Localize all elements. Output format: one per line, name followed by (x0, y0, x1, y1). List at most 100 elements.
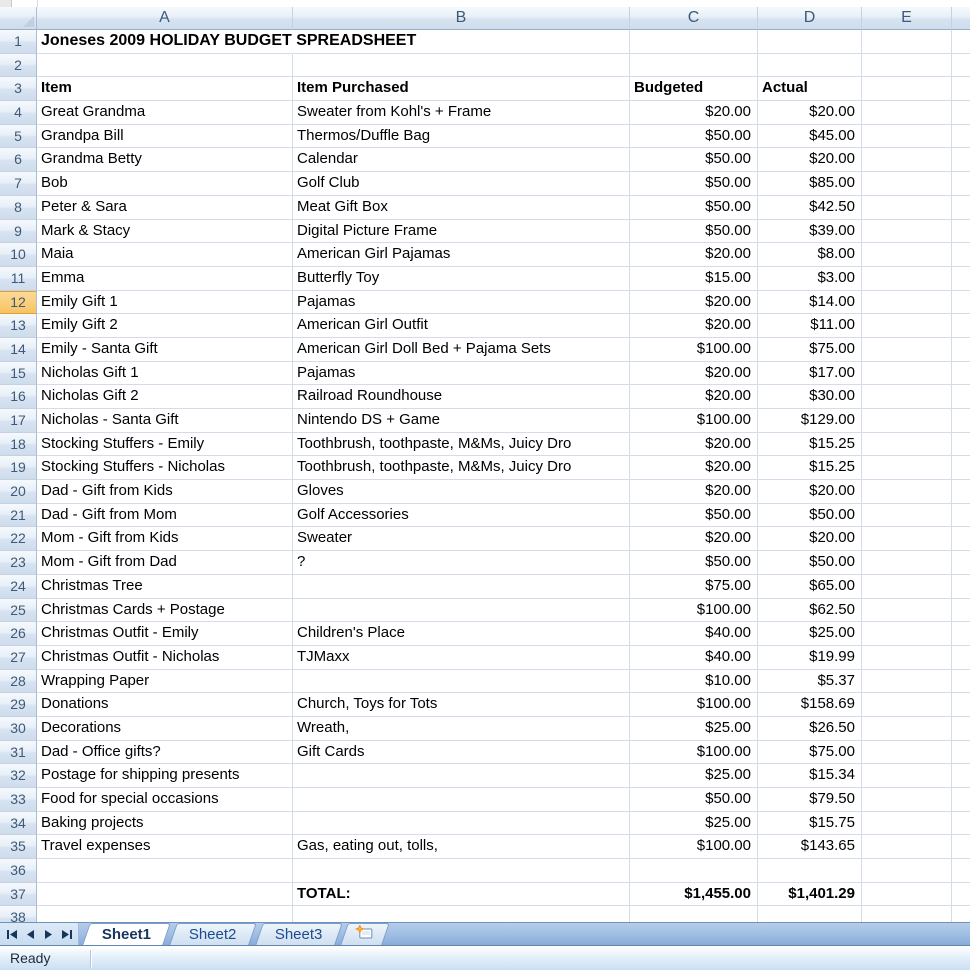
insert-worksheet-tab[interactable] (341, 923, 391, 945)
cell-A34[interactable]: Baking projects (37, 812, 293, 836)
cell-B26[interactable]: Children's Place (293, 622, 630, 646)
row-header-34[interactable]: 34 (0, 812, 37, 836)
cell-A25[interactable]: Christmas Cards + Postage (37, 599, 293, 623)
row-header-8[interactable]: 8 (0, 196, 37, 220)
cell-C33[interactable]: $50.00 (630, 788, 758, 812)
cell-D32[interactable]: $15.34 (758, 764, 862, 788)
cell-C9[interactable]: $50.00 (630, 220, 758, 244)
cell-C36[interactable] (630, 859, 758, 883)
row-header-18[interactable]: 18 (0, 433, 37, 457)
cell-D29[interactable]: $158.69 (758, 693, 862, 717)
cell-B34[interactable] (293, 812, 630, 836)
cell-E3[interactable] (862, 77, 952, 101)
cell-D27[interactable]: $19.99 (758, 646, 862, 670)
cell-C32[interactable]: $25.00 (630, 764, 758, 788)
cell-C13[interactable]: $20.00 (630, 314, 758, 338)
cell-A21[interactable]: Dad - Gift from Mom (37, 504, 293, 528)
cell-D11[interactable]: $3.00 (758, 267, 862, 291)
cell-A36[interactable] (37, 859, 293, 883)
cell-A24[interactable]: Christmas Tree (37, 575, 293, 599)
cell-D20[interactable]: $20.00 (758, 480, 862, 504)
cell-C31[interactable]: $100.00 (630, 741, 758, 765)
row-header-36[interactable]: 36 (0, 859, 37, 883)
cell-C30[interactable]: $25.00 (630, 717, 758, 741)
cell-D28[interactable]: $5.37 (758, 670, 862, 694)
cell-D14[interactable]: $75.00 (758, 338, 862, 362)
cell-E12[interactable] (862, 291, 952, 315)
cell-A5[interactable]: Grandpa Bill (37, 125, 293, 149)
cell-B12[interactable]: Pajamas (293, 291, 630, 315)
row-header-2[interactable]: 2 (0, 54, 37, 78)
cell-D33[interactable]: $79.50 (758, 788, 862, 812)
cell-C6[interactable]: $50.00 (630, 148, 758, 172)
cell-E15[interactable] (862, 362, 952, 386)
row-header-11[interactable]: 11 (0, 267, 37, 291)
cell-C11[interactable]: $15.00 (630, 267, 758, 291)
cell-B17[interactable]: Nintendo DS + Game (293, 409, 630, 433)
column-header-E[interactable]: E (862, 7, 952, 30)
sheet-tab-sheet1[interactable]: Sheet1 (82, 923, 171, 945)
cell-D9[interactable]: $39.00 (758, 220, 862, 244)
cell-E2[interactable] (862, 54, 952, 78)
cell-B13[interactable]: American Girl Outfit (293, 314, 630, 338)
cell-B23[interactable]: ? (293, 551, 630, 575)
cell-A23[interactable]: Mom - Gift from Dad (37, 551, 293, 575)
cell-C23[interactable]: $50.00 (630, 551, 758, 575)
cell-D18[interactable]: $15.25 (758, 433, 862, 457)
cell-A27[interactable]: Christmas Outfit - Nicholas (37, 646, 293, 670)
row-header-3[interactable]: 3 (0, 77, 37, 101)
row-header-32[interactable]: 32 (0, 764, 37, 788)
cell-B31[interactable]: Gift Cards (293, 741, 630, 765)
cell-B22[interactable]: Sweater (293, 527, 630, 551)
cell-E33[interactable] (862, 788, 952, 812)
cell-A8[interactable]: Peter & Sara (37, 196, 293, 220)
cell-A26[interactable]: Christmas Outfit - Emily (37, 622, 293, 646)
cell-A1[interactable]: Joneses 2009 HOLIDAY BUDGET SPREADSHEET (37, 30, 293, 54)
cell-A30[interactable]: Decorations (37, 717, 293, 741)
column-header-B[interactable]: B (293, 7, 630, 30)
row-header-22[interactable]: 22 (0, 527, 37, 551)
cell-D23[interactable]: $50.00 (758, 551, 862, 575)
row-header-24[interactable]: 24 (0, 575, 37, 599)
cell-B24[interactable] (293, 575, 630, 599)
row-header-25[interactable]: 25 (0, 599, 37, 623)
cell-B38[interactable] (293, 906, 630, 922)
cell-C2[interactable] (630, 54, 758, 78)
cell-D26[interactable]: $25.00 (758, 622, 862, 646)
cell-D36[interactable] (758, 859, 862, 883)
cell-E22[interactable] (862, 527, 952, 551)
cell-B37[interactable]: TOTAL: (293, 883, 630, 907)
cell-E7[interactable] (862, 172, 952, 196)
cell-A20[interactable]: Dad - Gift from Kids (37, 480, 293, 504)
cell-B18[interactable]: Toothbrush, toothpaste, M&Ms, Juicy Dro (293, 433, 630, 457)
cell-B30[interactable]: Wreath, (293, 717, 630, 741)
cell-B28[interactable] (293, 670, 630, 694)
cell-C15[interactable]: $20.00 (630, 362, 758, 386)
cell-E23[interactable] (862, 551, 952, 575)
cell-B4[interactable]: Sweater from Kohl's + Frame (293, 101, 630, 125)
cell-B32[interactable] (293, 764, 630, 788)
cell-C20[interactable]: $20.00 (630, 480, 758, 504)
cell-D1[interactable] (758, 30, 862, 54)
cell-A28[interactable]: Wrapping Paper (37, 670, 293, 694)
cell-B21[interactable]: Golf Accessories (293, 504, 630, 528)
cell-B6[interactable]: Calendar (293, 148, 630, 172)
cell-B2[interactable] (293, 54, 630, 78)
cell-E30[interactable] (862, 717, 952, 741)
column-header-A[interactable]: A (37, 7, 293, 30)
row-header-27[interactable]: 27 (0, 646, 37, 670)
row-header-23[interactable]: 23 (0, 551, 37, 575)
cell-B20[interactable]: Gloves (293, 480, 630, 504)
cell-B27[interactable]: TJMaxx (293, 646, 630, 670)
cell-D35[interactable]: $143.65 (758, 835, 862, 859)
cell-C38[interactable] (630, 906, 758, 922)
cell-B19[interactable]: Toothbrush, toothpaste, M&Ms, Juicy Dro (293, 456, 630, 480)
cell-E18[interactable] (862, 433, 952, 457)
cell-A11[interactable]: Emma (37, 267, 293, 291)
cell-E9[interactable] (862, 220, 952, 244)
cell-E5[interactable] (862, 125, 952, 149)
cell-A15[interactable]: Nicholas Gift 1 (37, 362, 293, 386)
cell-C5[interactable]: $50.00 (630, 125, 758, 149)
cell-A12[interactable]: Emily Gift 1 (37, 291, 293, 315)
cell-E29[interactable] (862, 693, 952, 717)
